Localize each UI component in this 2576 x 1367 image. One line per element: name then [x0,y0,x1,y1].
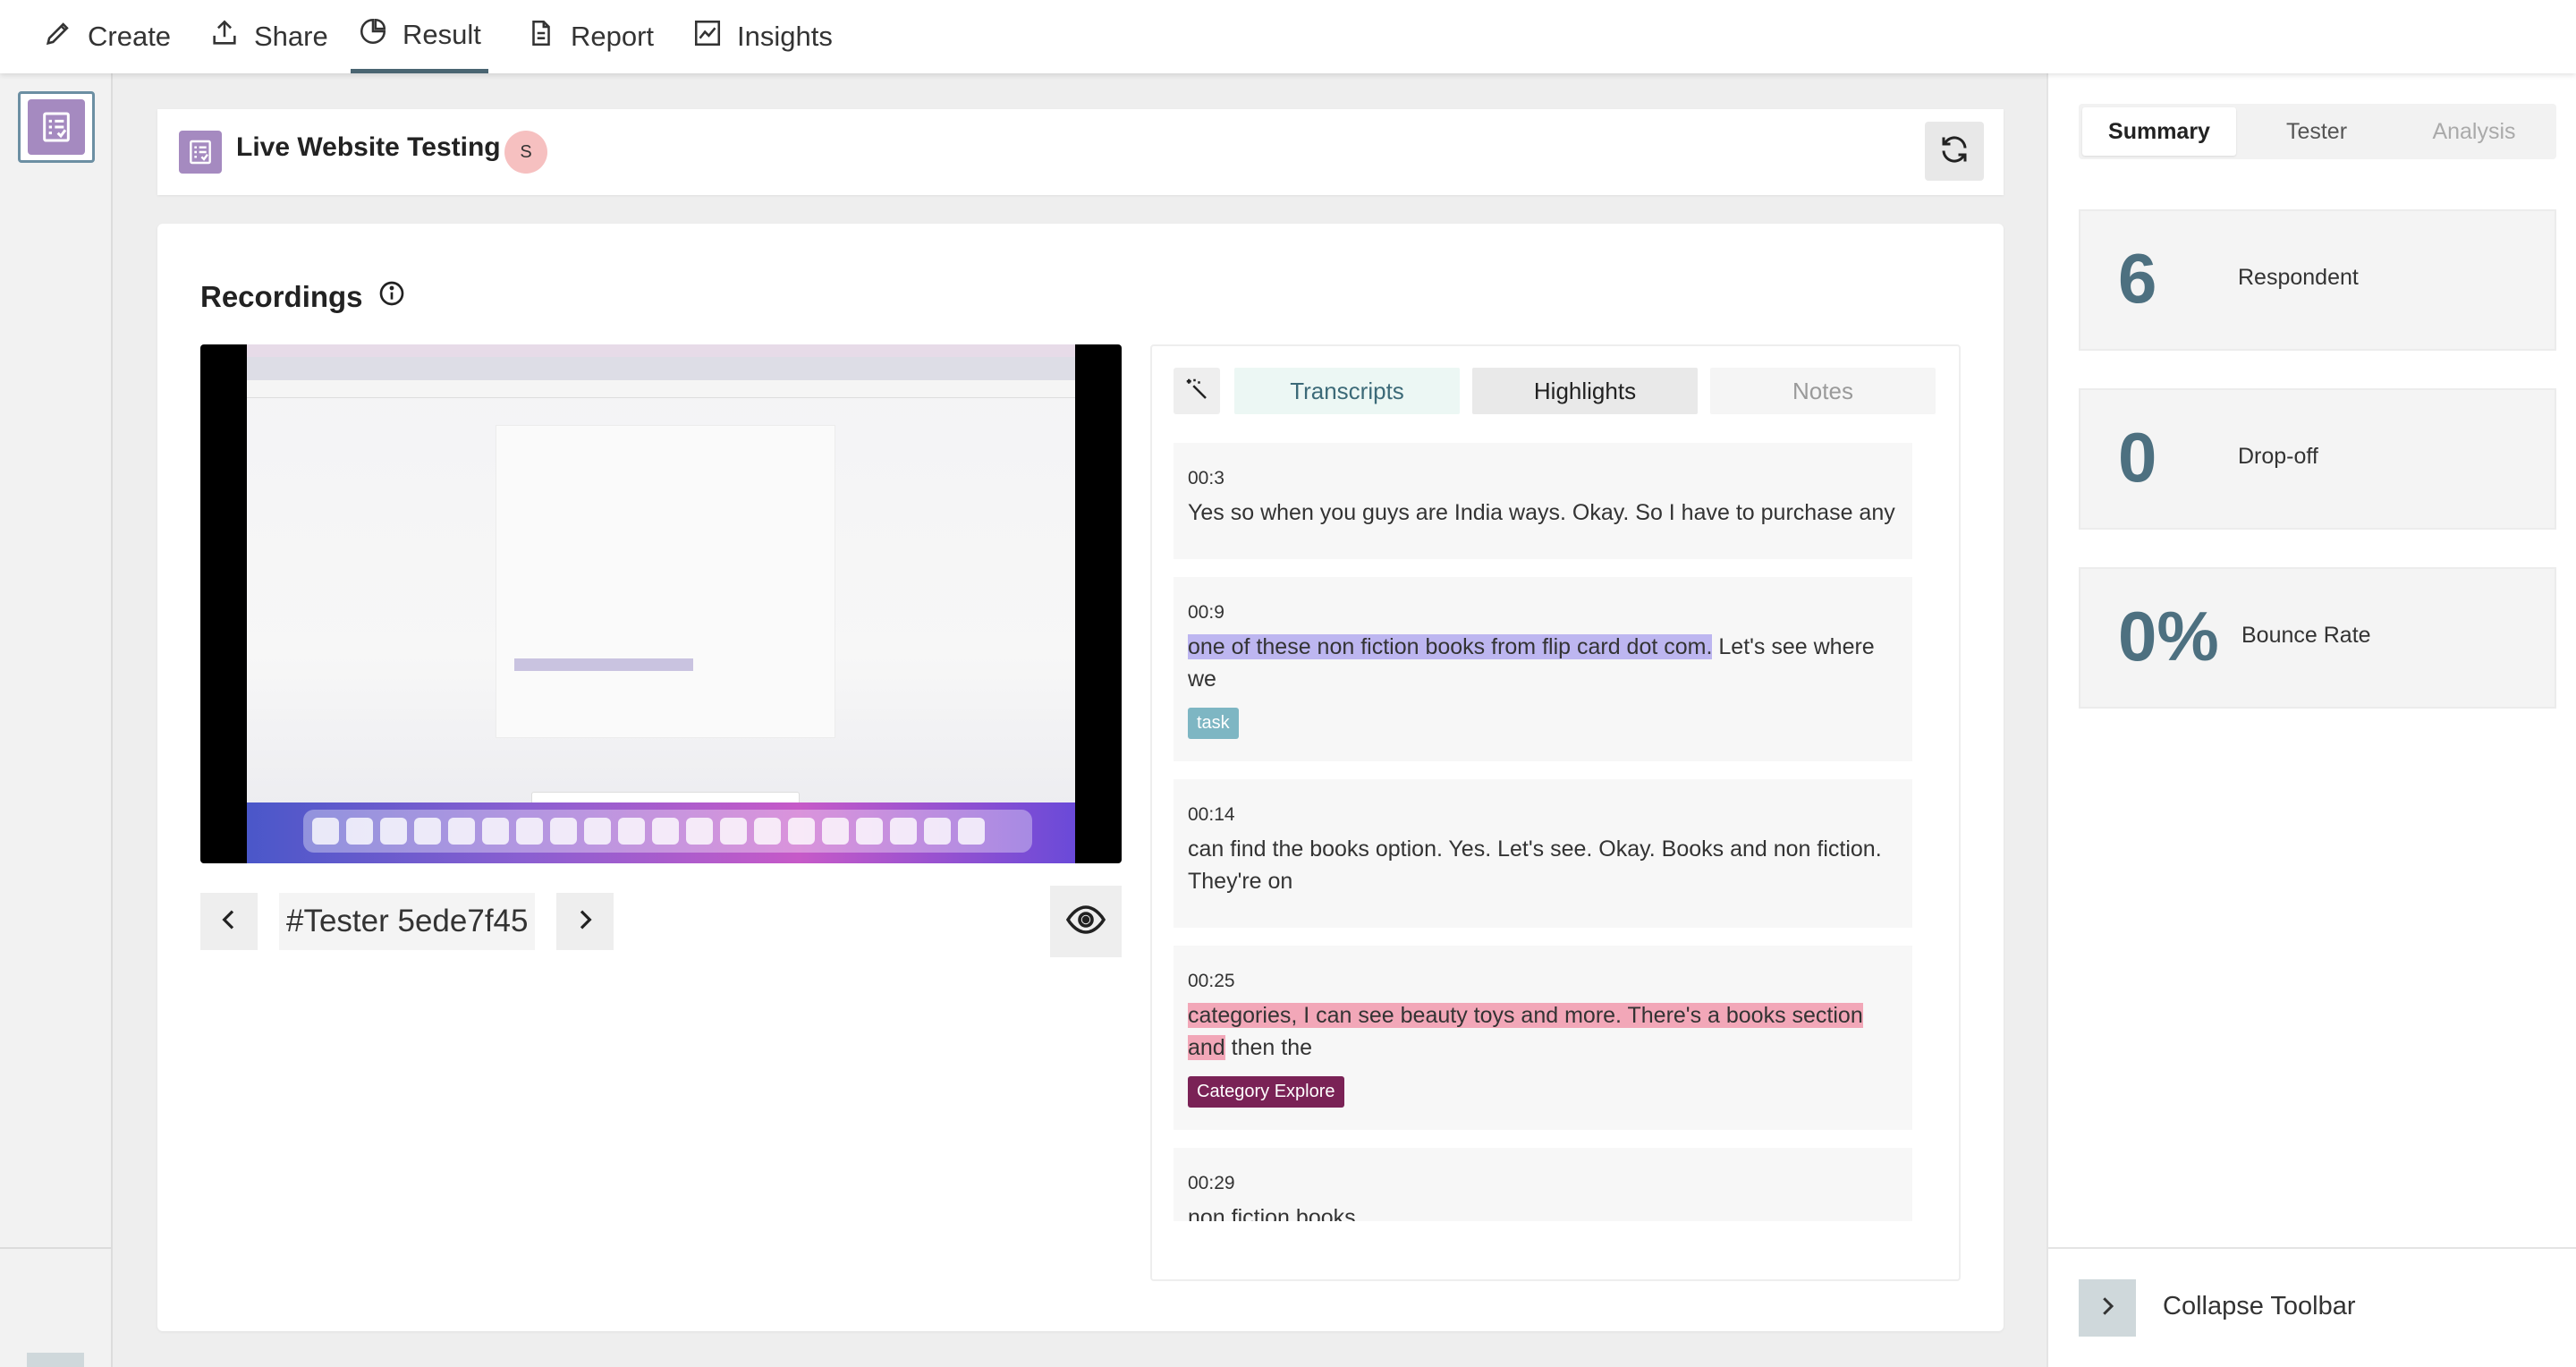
transcript-text: categories, I can see beauty toys and mo… [1188,1003,1863,1060]
recordings-title: Recordings [200,280,363,313]
nav-create-label: Create [88,21,172,52]
collapse-toolbar-button[interactable] [2079,1279,2136,1337]
tab-analysis[interactable]: Analysis [2397,107,2551,156]
nav-share[interactable]: Share [202,0,335,73]
transcript-entry[interactable]: 00:3 Yes so when you guys are India ways… [1174,443,1912,559]
toolbar-divider [2048,1247,2576,1249]
document-icon [526,18,556,55]
pencil-icon [43,18,73,55]
nav-report[interactable]: Report [519,0,661,73]
tab-transcripts[interactable]: Transcripts [1234,368,1460,414]
share-upload-icon [209,18,240,55]
info-icon[interactable] [377,279,406,315]
refresh-icon [1938,133,1970,170]
stat-value: 6 [2118,239,2157,318]
recording-video-player[interactable] [200,344,1122,863]
eye-icon [1064,898,1107,946]
transcript-entry[interactable]: 00:29 non fiction books [1174,1148,1912,1221]
previous-tester-button[interactable] [200,893,258,950]
stat-drop-off: 0 Drop-off [2079,388,2556,530]
project-checklist-icon[interactable] [18,91,95,163]
highlighted-text: one of these non fiction books from flip… [1188,634,1713,659]
transcript-timestamp: 00:3 [1188,468,1224,488]
tab-notes[interactable]: Notes [1710,368,1936,414]
magic-wand-icon [1183,376,1210,407]
line-chart-icon [692,18,723,55]
top-navigation: Create Share Result Report Insights [0,0,2576,73]
nav-insights[interactable]: Insights [685,0,840,73]
collapse-toolbar-label[interactable]: Collapse Toolbar [2163,1292,2356,1321]
transcript-list[interactable]: 00:3 Yes so when you guys are India ways… [1174,443,1941,1221]
stat-label: Respondent [2238,265,2359,290]
summary-tabs: Summary Tester Analysis [2079,104,2556,159]
tab-summary[interactable]: Summary [2082,107,2236,156]
nav-create[interactable]: Create [36,0,178,73]
nav-result-label: Result [402,18,481,50]
nav-insights-label: Insights [737,21,833,52]
stat-value: 0% [2118,597,2219,675]
nav-report-label: Report [571,21,655,52]
project-header: Live Website Testing S [157,109,2004,195]
refresh-button[interactable] [1925,122,1984,181]
highlight-tag[interactable]: Category Explore [1188,1076,1344,1108]
stat-bounce-rate: 0% Bounce Rate [2079,567,2556,709]
transcript-timestamp: 00:29 [1188,1173,1235,1193]
highlight-tag[interactable]: task [1188,708,1239,739]
transcript-text: Yes so when you guys are India ways. Oka… [1188,500,1895,525]
recordings-card: Recordings #Tester 5ede7f45 Transcripts … [157,224,2004,1331]
transcript-timestamp: 00:25 [1188,971,1235,991]
stat-label: Bounce Rate [2241,623,2371,648]
transcript-panel: Transcripts Highlights Notes 00:3 Yes so… [1150,344,1961,1281]
sidebar-divider [0,1247,113,1249]
stat-respondent: 6 Respondent [2079,209,2556,351]
pie-chart-icon [358,16,388,54]
chevron-right-icon [571,905,599,938]
chevron-left-icon [215,905,243,938]
magic-wand-button[interactable] [1174,368,1220,414]
nav-result[interactable]: Result [351,0,488,73]
project-title: Live Website Testing [236,132,501,162]
project-checklist-icon [179,131,222,174]
avatar[interactable]: S [504,131,547,174]
tester-id: #Tester 5ede7f45 [279,893,535,950]
left-sidebar [0,73,113,1367]
expand-sidebar-button[interactable] [27,1353,84,1367]
stat-label: Drop-off [2238,444,2318,469]
nav-share-label: Share [254,21,328,52]
transcript-entry[interactable]: 00:25 categories, I can see beauty toys … [1174,946,1912,1130]
transcript-timestamp: 00:9 [1188,602,1224,623]
stat-value: 0 [2118,418,2157,497]
transcript-text: one of these non fiction books from flip… [1188,634,1875,692]
transcript-entry[interactable]: 00:14 can find the books option. Yes. Le… [1174,779,1912,928]
transcript-text: can find the books option. Yes. Let's se… [1188,836,1882,894]
chevron-right-icon [2094,1293,2121,1324]
view-toggle-button[interactable] [1050,886,1122,957]
transcript-timestamp: 00:14 [1188,804,1235,825]
transcript-entry[interactable]: 00:9 one of these non fiction books from… [1174,577,1912,761]
tab-highlights[interactable]: Highlights [1472,368,1698,414]
tab-tester[interactable]: Tester [2240,107,2394,156]
right-toolbar: Summary Tester Analysis 6 Respondent 0 D… [2046,73,2576,1367]
recordings-heading: Recordings [200,279,406,315]
next-tester-button[interactable] [556,893,614,950]
transcript-text: non fiction books [1188,1205,1356,1221]
